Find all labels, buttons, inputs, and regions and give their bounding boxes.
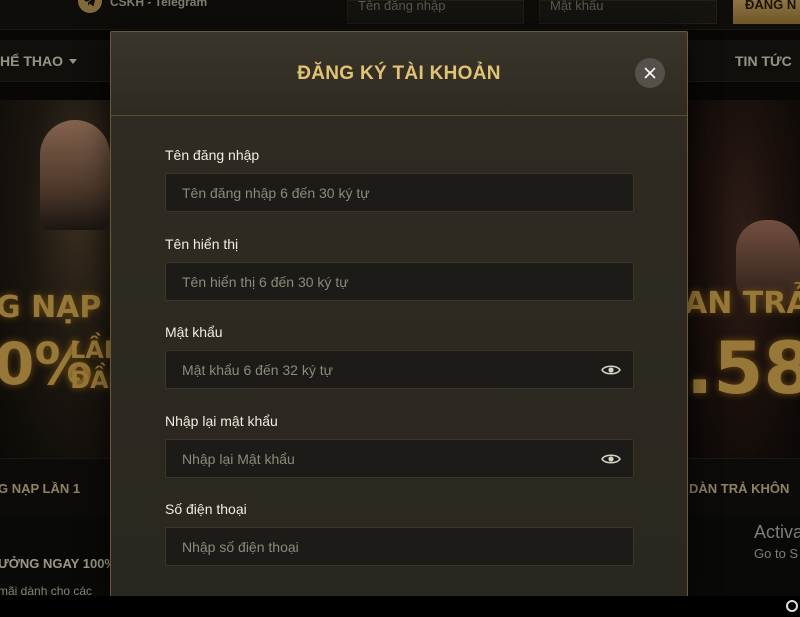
display-name-input[interactable] xyxy=(165,262,634,301)
register-modal: ĐĂNG KÝ TÀI KHOẢN Tên đăng nhập Tên hiển… xyxy=(110,31,688,596)
phone-label: Số điện thoại xyxy=(165,501,247,517)
username-label: Tên đăng nhập xyxy=(165,147,260,163)
password-label: Mật khẩu xyxy=(165,324,223,340)
modal-header: ĐĂNG KÝ TÀI KHOẢN xyxy=(111,32,687,116)
close-icon xyxy=(644,67,656,79)
settings-icon[interactable] xyxy=(786,600,798,612)
eye-icon[interactable] xyxy=(601,363,621,377)
eye-icon[interactable] xyxy=(601,452,621,466)
username-input[interactable] xyxy=(165,173,634,212)
bottom-bar xyxy=(0,596,800,617)
confirm-password-input[interactable] xyxy=(165,439,634,478)
phone-input[interactable] xyxy=(165,527,634,566)
confirm-password-label: Nhập lại mật khẩu xyxy=(165,413,278,429)
modal-title: ĐĂNG KÝ TÀI KHOẢN xyxy=(297,63,501,84)
password-input[interactable] xyxy=(165,350,634,389)
close-button[interactable] xyxy=(635,58,665,88)
display-name-label: Tên hiển thị xyxy=(165,236,239,252)
